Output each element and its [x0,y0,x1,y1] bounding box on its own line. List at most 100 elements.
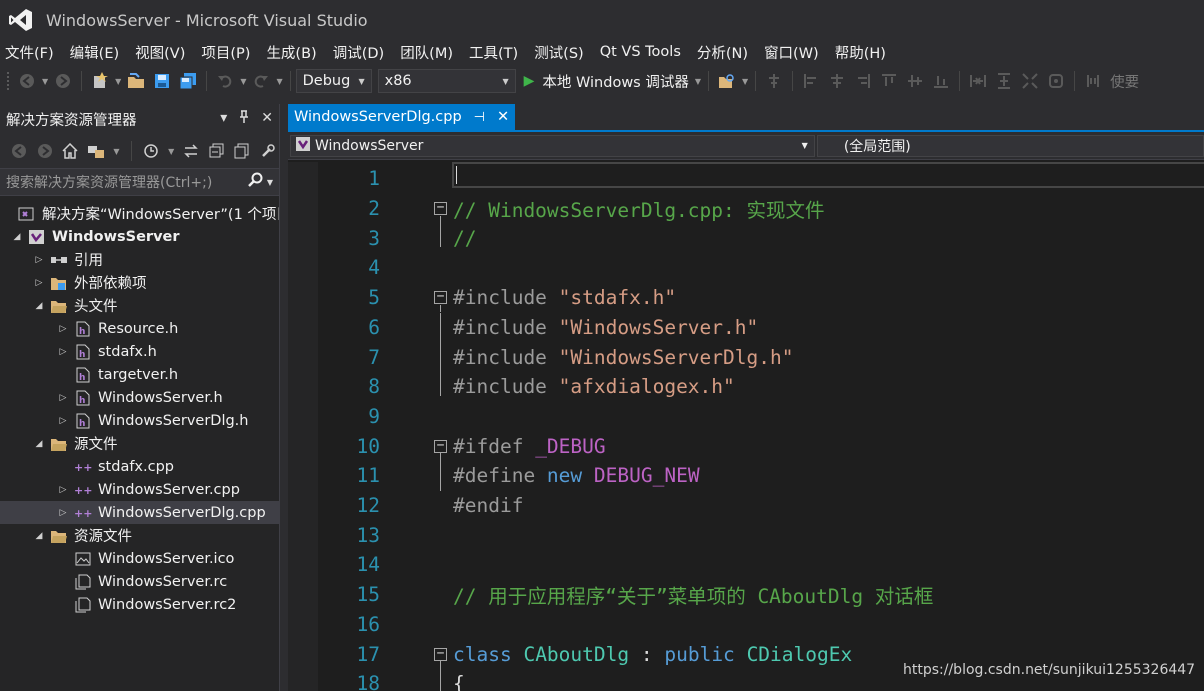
code-line[interactable]: 6 #include "WindowsServer.h" [288,313,1204,343]
menu-item[interactable]: 分析(N) [692,42,759,63]
code-line[interactable]: 4 [288,253,1204,283]
menu-item[interactable]: 调试(D) [328,42,395,63]
menu-item[interactable]: Qt VS Tools [595,44,692,60]
make-same-width-icon[interactable] [967,70,989,92]
menu-item[interactable]: 窗口(W) [759,42,830,63]
back-icon[interactable] [10,140,28,162]
properties-icon[interactable] [259,140,277,162]
toolbar-overflow-icon[interactable]: ▼ [742,77,748,86]
save-all-icon[interactable] [177,70,199,92]
visual-studio-logo-icon[interactable] [6,5,36,35]
project-scope-select[interactable]: WindowsServer ▼ [290,134,815,157]
collapsed-arrow-icon[interactable]: ▷ [56,324,70,334]
tree-item[interactable]: ◢ WindowsServer [0,225,279,248]
menu-item[interactable]: 编辑(E) [65,42,130,63]
tree-item[interactable]: ▷ h WindowsServerDlg.h [0,409,279,432]
filter-dropdown-icon[interactable]: ▼ [168,147,174,156]
expanded-arrow-icon[interactable]: ◢ [32,531,46,541]
solution-platform-select[interactable]: x86 ▼ [377,69,516,93]
menu-item[interactable]: 生成(B) [261,42,327,63]
collapse-region-icon[interactable]: − [434,647,447,661]
menu-item[interactable]: 测试(S) [529,42,595,63]
undo-dropdown-icon[interactable]: ▼ [240,77,246,86]
sync-with-document-icon[interactable] [182,140,200,162]
redo-icon[interactable] [250,70,272,92]
navigate-back-icon[interactable] [16,70,38,92]
code-line[interactable]: 9 [288,402,1204,432]
collapsed-arrow-icon[interactable]: ▷ [56,393,70,403]
find-in-files-icon[interactable] [716,70,738,92]
new-dropdown-icon[interactable]: ▼ [115,77,121,86]
show-all-files-icon[interactable] [234,140,252,162]
collapsed-arrow-icon[interactable]: ▷ [56,416,70,426]
collapsed-arrow-icon[interactable]: ▷ [32,255,46,265]
code-line[interactable]: 5 − #include "stdafx.h" [288,283,1204,313]
start-debugging-button[interactable]: ▶ 本地 Windows 调试器 ▼ [524,71,703,92]
tree-item[interactable]: h targetver.h [0,363,279,386]
close-tab-icon[interactable]: ✕ [497,109,509,125]
tree-item[interactable]: ▷ h Resource.h [0,317,279,340]
tree-item[interactable]: ◢ 资源文件 [0,524,279,547]
code-line[interactable]: 12 #endif [288,491,1204,521]
tree-item[interactable]: ▷ h stdafx.h [0,340,279,363]
code-area[interactable]: 1 2−// WindowsServerDlg.cpp: 实现文件 3//4 5− #i… [288,162,1204,691]
collapsed-arrow-icon[interactable]: ▷ [32,278,46,288]
toolbar-grip[interactable] [6,71,10,91]
tree-item[interactable]: ◢ 头文件 [0,294,279,317]
collapse-all-icon[interactable] [208,140,226,162]
auto-hide-pin-icon[interactable] [239,110,249,128]
size-to-grid-icon[interactable] [1019,70,1041,92]
pin-tab-icon[interactable]: ⊣ [474,110,485,125]
menu-item[interactable]: 工具(T) [464,42,529,63]
tree-item[interactable]: ◢ 源文件 [0,432,279,455]
menu-item[interactable]: 项目(P) [196,42,261,63]
tree-item[interactable]: ▷ 引用 [0,248,279,271]
code-line[interactable]: 7 #include "WindowsServerDlg.h" [288,342,1204,372]
expanded-arrow-icon[interactable]: ◢ [32,439,46,449]
collapsed-arrow-icon[interactable]: ▷ [56,485,70,495]
collapsed-arrow-icon[interactable]: ▷ [56,347,70,357]
code-line[interactable]: 16 [288,610,1204,640]
code-line[interactable]: 13 [288,520,1204,550]
member-scope-select[interactable]: (全局范围) [816,134,1204,157]
align-left-icon[interactable] [800,70,822,92]
code-line[interactable]: 8 #include "afxdialogex.h" [288,372,1204,402]
collapse-region-icon[interactable]: − [434,439,447,453]
tree-item[interactable]: ▷ ++ WindowsServer.cpp [0,478,279,501]
forward-icon[interactable] [36,140,54,162]
tree-item[interactable]: ++ stdafx.cpp [0,455,279,478]
pending-changes-filter-icon[interactable] [142,140,160,162]
solution-explorer-search-input[interactable]: 搜索解决方案资源管理器(Ctrl+;) ▼ [0,168,279,196]
code-line[interactable]: 11 #define new DEBUG_NEW [288,461,1204,491]
new-project-icon[interactable] [89,70,111,92]
switch-views-dropdown-icon[interactable]: ▼ [113,147,119,156]
collapsed-arrow-icon[interactable]: ▷ [56,508,70,518]
code-line[interactable]: 14 [288,550,1204,580]
test-dialog-icon[interactable] [1045,70,1067,92]
home-icon[interactable] [61,140,79,162]
navigate-forward-icon[interactable] [52,70,74,92]
solution-configuration-select[interactable]: Debug ▼ [295,69,372,93]
menu-item[interactable]: 帮助(H) [830,42,897,63]
open-file-icon[interactable] [125,70,147,92]
tree-item[interactable]: WindowsServer.ico [0,547,279,570]
code-line[interactable]: 2 −// WindowsServerDlg.cpp: 实现文件 [288,194,1204,224]
collapse-region-icon[interactable]: − [434,201,447,216]
tree-item[interactable]: 解决方案“WindowsServer”(1 个项目) [0,202,279,225]
undo-icon[interactable] [214,70,236,92]
code-line[interactable]: 3 // [288,223,1204,253]
space-across-icon[interactable] [1082,70,1104,92]
switch-views-icon[interactable] [87,140,105,162]
menu-item[interactable]: 文件(F) [0,42,65,63]
code-line[interactable]: 15 // 用于应用程序“关于”菜单项的 CAboutDlg 对话框 [288,580,1204,610]
menu-item[interactable]: 团队(M) [395,42,464,63]
window-position-dropdown-icon[interactable]: ▾ [220,110,227,128]
align-middle-icon[interactable] [904,70,926,92]
menu-item[interactable]: 视图(V) [130,42,196,63]
align-centers-icon[interactable] [763,70,785,92]
save-icon[interactable] [151,70,173,92]
search-icon[interactable] [247,172,264,192]
make-same-height-icon[interactable] [993,70,1015,92]
collapse-region-icon[interactable]: − [434,290,447,305]
tree-item[interactable]: ▷ h WindowsServer.h [0,386,279,409]
